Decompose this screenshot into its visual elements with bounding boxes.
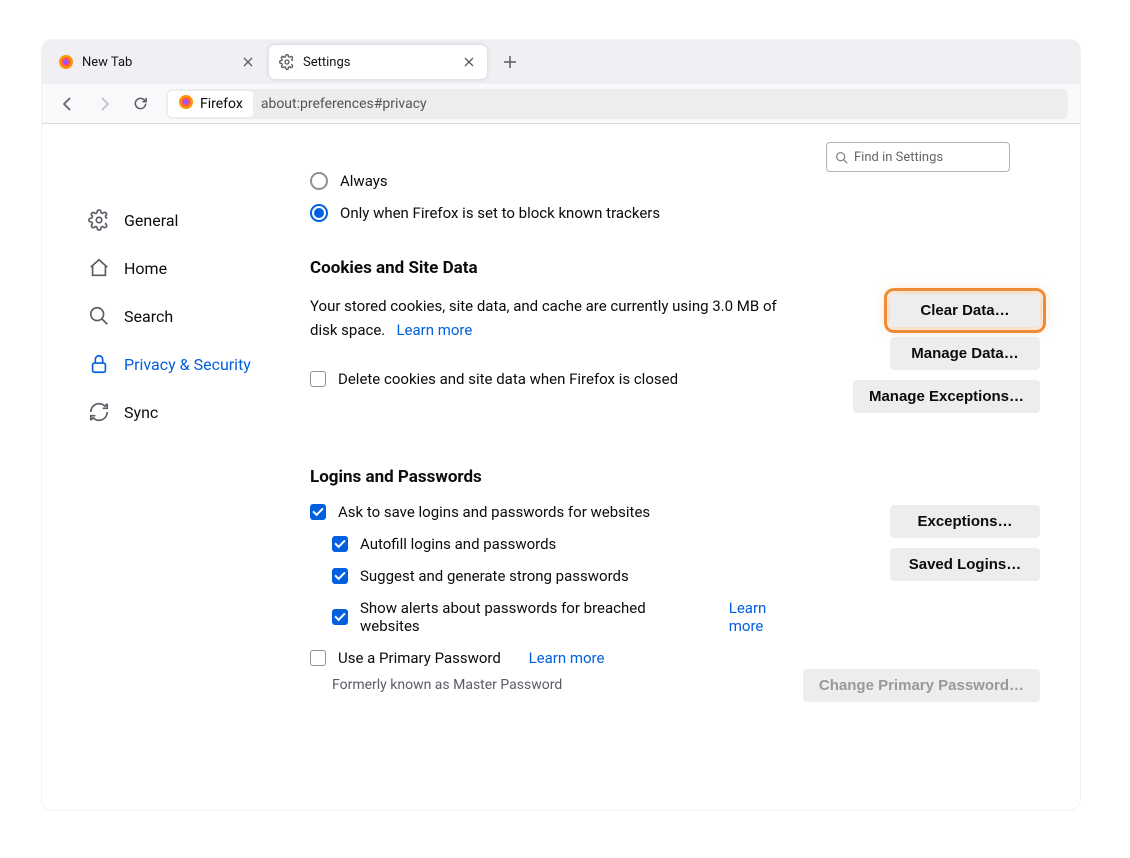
- tab-label: Settings: [303, 55, 461, 70]
- checkbox-label: Show alerts about passwords for breached…: [360, 599, 701, 635]
- content-area: General Home Search Privacy & Security S…: [42, 124, 1080, 810]
- settings-sidebar: General Home Search Privacy & Security S…: [42, 124, 274, 810]
- close-icon[interactable]: [240, 54, 256, 70]
- sidebar-item-label: Privacy & Security: [124, 355, 251, 374]
- url-text: about:preferences#privacy: [261, 96, 427, 112]
- sidebar-item-label: Home: [124, 259, 167, 278]
- checkbox-label: Suggest and generate strong passwords: [360, 567, 629, 585]
- checkbox-label: Autofill logins and passwords: [360, 535, 556, 553]
- sidebar-item-label: Sync: [124, 403, 158, 422]
- clear-data-button[interactable]: Clear Data…: [890, 294, 1040, 327]
- url-bar[interactable]: Firefox about:preferences#privacy: [166, 89, 1068, 119]
- lock-icon: [88, 353, 110, 375]
- delete-on-close-checkbox[interactable]: [310, 371, 326, 387]
- breach-learn-more-link[interactable]: Learn more: [729, 599, 803, 635]
- radio-always[interactable]: Always: [310, 172, 1040, 190]
- suggest-passwords-checkbox[interactable]: [332, 568, 348, 584]
- new-tab-button[interactable]: [496, 48, 524, 76]
- breach-alerts-checkbox[interactable]: [332, 609, 348, 625]
- cookies-heading: Cookies and Site Data: [310, 258, 1040, 278]
- settings-search[interactable]: Find in Settings: [826, 142, 1010, 172]
- tab-settings[interactable]: Settings: [269, 45, 487, 79]
- sidebar-item-search[interactable]: Search: [82, 296, 274, 336]
- sidebar-item-label: Search: [124, 307, 173, 326]
- reload-button[interactable]: [126, 90, 154, 118]
- firefox-icon: [178, 94, 194, 114]
- back-button[interactable]: [54, 90, 82, 118]
- radio-icon: [310, 172, 328, 190]
- radio-label: Only when Firefox is set to block known …: [340, 204, 660, 222]
- logins-exceptions-button[interactable]: Exceptions…: [890, 505, 1040, 538]
- sync-icon: [88, 401, 110, 423]
- close-icon[interactable]: [461, 54, 477, 70]
- tab-label: New Tab: [82, 55, 240, 70]
- toolbar: Firefox about:preferences#privacy: [42, 84, 1080, 124]
- checkbox-label: Delete cookies and site data when Firefo…: [338, 370, 678, 388]
- saved-logins-button[interactable]: Saved Logins…: [890, 548, 1040, 581]
- primary-learn-more-link[interactable]: Learn more: [529, 649, 605, 667]
- primary-password-hint: Formerly known as Master Password: [332, 677, 803, 693]
- tab-strip: New Tab Settings: [42, 40, 1080, 84]
- checkbox-label: Ask to save logins and passwords for web…: [338, 503, 650, 521]
- logins-heading: Logins and Passwords: [310, 467, 1040, 487]
- sidebar-item-label: General: [124, 211, 178, 230]
- checkbox-label: Use a Primary Password: [338, 649, 501, 667]
- search-placeholder: Find in Settings: [854, 150, 943, 165]
- search-icon: [835, 151, 848, 164]
- cookies-learn-more-link[interactable]: Learn more: [396, 321, 472, 339]
- search-icon: [88, 305, 110, 327]
- primary-password-checkbox[interactable]: [310, 650, 326, 666]
- manage-exceptions-button[interactable]: Manage Exceptions…: [853, 380, 1040, 413]
- autofill-checkbox[interactable]: [332, 536, 348, 552]
- manage-data-button[interactable]: Manage Data…: [890, 337, 1040, 370]
- cookies-description: Your stored cookies, site data, and cach…: [310, 294, 780, 342]
- radio-label: Always: [340, 172, 388, 190]
- radio-icon: [310, 204, 328, 222]
- radio-only-trackers[interactable]: Only when Firefox is set to block known …: [310, 204, 1040, 222]
- clear-data-highlight: Clear Data…: [890, 294, 1040, 327]
- forward-button[interactable]: [90, 90, 118, 118]
- browser-window: New Tab Settings: [42, 40, 1080, 810]
- sidebar-item-privacy[interactable]: Privacy & Security: [82, 344, 274, 384]
- gear-icon: [279, 54, 295, 70]
- sidebar-item-general[interactable]: General: [82, 200, 274, 240]
- settings-main: Always Only when Firefox is set to block…: [274, 124, 1080, 810]
- firefox-icon: [58, 54, 74, 70]
- gear-icon: [88, 209, 110, 231]
- tab-new-tab[interactable]: New Tab: [48, 45, 266, 79]
- change-primary-password-button[interactable]: Change Primary Password…: [803, 669, 1040, 702]
- identity-label: Firefox: [200, 96, 243, 112]
- identity-box[interactable]: Firefox: [168, 91, 253, 117]
- sidebar-item-sync[interactable]: Sync: [82, 392, 274, 432]
- home-icon: [88, 257, 110, 279]
- sidebar-item-home[interactable]: Home: [82, 248, 274, 288]
- ask-save-checkbox[interactable]: [310, 504, 326, 520]
